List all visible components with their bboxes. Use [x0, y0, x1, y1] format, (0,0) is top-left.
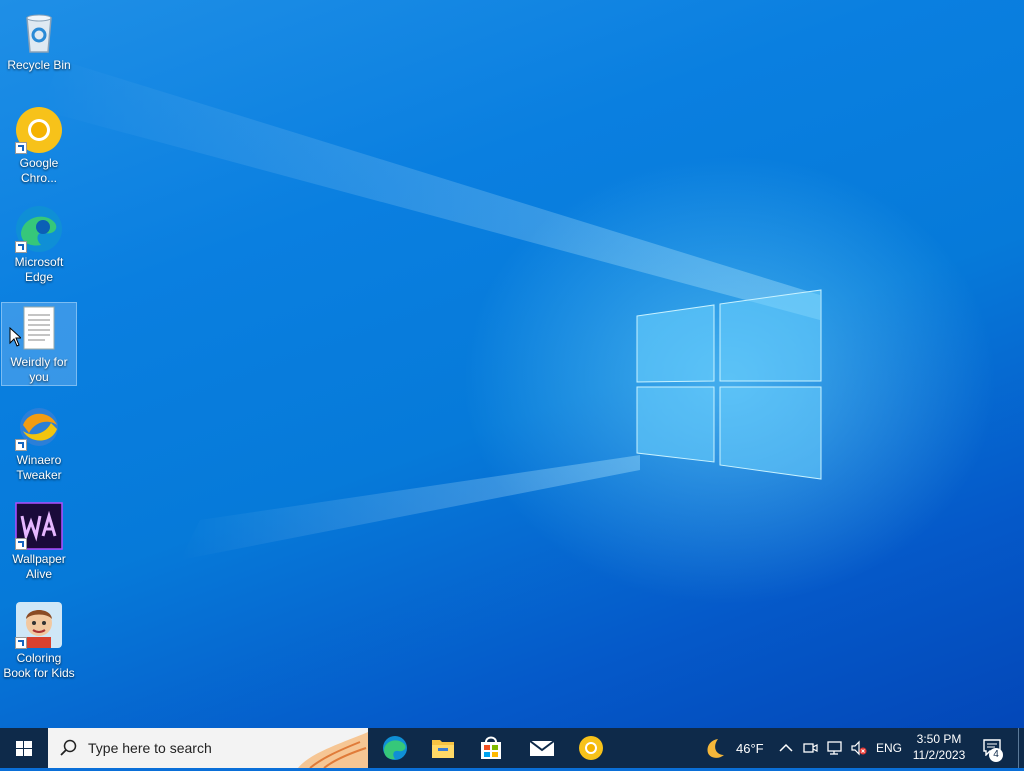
start-button[interactable] — [0, 728, 48, 768]
mouse-cursor-icon — [9, 327, 21, 347]
desktop-icon-label: Google Chro... — [19, 156, 59, 185]
recycle-bin-icon — [15, 8, 63, 56]
desktop-icon-recycle-bin[interactable]: Recycle Bin — [2, 6, 76, 73]
taskbar-mail-button[interactable] — [518, 728, 566, 768]
desktop-icon-label: Weirdly for you — [10, 355, 68, 384]
text-document-icon — [15, 305, 63, 353]
wallpaper-alive-icon — [15, 502, 63, 550]
shortcut-arrow-icon — [15, 538, 27, 550]
desktop-icon-winaero-tweaker[interactable]: Winaero Tweaker — [2, 401, 76, 483]
chevron-up-icon[interactable] — [778, 741, 794, 755]
taskbar-search-box[interactable]: Type here to search — [48, 728, 368, 768]
chrome-icon — [579, 736, 603, 760]
chrome-icon — [15, 106, 63, 154]
desktop-icon-label: Wallpaper Alive — [12, 552, 66, 581]
clock-date: 11/2/2023 — [912, 748, 966, 762]
taskbar-edge-button[interactable] — [371, 728, 419, 768]
search-highlight-art — [298, 732, 368, 768]
show-desktop-button[interactable] — [1018, 728, 1024, 768]
file-explorer-icon — [432, 740, 454, 758]
input-language-indicator[interactable]: ENG — [876, 741, 902, 755]
winaero-tweaker-icon — [15, 403, 63, 451]
taskbar-file-explorer-button[interactable] — [419, 728, 467, 768]
mail-icon — [529, 740, 555, 756]
desktop-icon-label: Coloring Book for Kids — [3, 651, 75, 680]
desktop-icon-google-chrome[interactable]: Google Chro... — [2, 104, 76, 186]
search-placeholder: Type here to search — [88, 740, 212, 756]
desktop-icon-wallpaper-alive[interactable]: Wallpaper Alive — [2, 500, 76, 582]
shortcut-arrow-icon — [15, 637, 27, 649]
desktop-icon-coloring-book[interactable]: Coloring Book for Kids — [2, 599, 76, 681]
meet-now-icon[interactable] — [802, 740, 818, 756]
network-icon[interactable] — [826, 740, 844, 756]
store-icon — [481, 736, 501, 759]
edge-icon — [383, 736, 407, 760]
desktop-icon-label: Winaero Tweaker — [16, 453, 62, 482]
desktop-icon-label: Recycle Bin — [7, 58, 71, 72]
coloring-book-icon — [15, 601, 63, 649]
clock-time: 3:50 PM — [916, 732, 962, 746]
windows-start-icon — [16, 741, 32, 756]
desktop-icon-microsoft-edge[interactable]: Microsoft Edge — [2, 203, 76, 285]
weather-temperature: 46°F — [736, 741, 764, 756]
shortcut-arrow-icon — [15, 142, 27, 154]
volume-muted-icon[interactable] — [850, 740, 868, 756]
taskbar: Type here to search 46°F ENG 3:50 PM 11/… — [0, 728, 1024, 768]
edge-icon — [15, 205, 63, 253]
search-icon — [60, 739, 77, 756]
desktop-icon-label: Microsoft Edge — [14, 255, 64, 284]
notification-count-badge: 4 — [989, 748, 1003, 762]
shortcut-arrow-icon — [15, 241, 27, 253]
windows-logo-wallpaper — [636, 289, 822, 480]
taskbar-clock[interactable]: 3:50 PM 11/2/2023 — [906, 731, 972, 763]
desktop-wallpaper — [0, 0, 1024, 728]
weather-widget[interactable]: 46°F — [700, 728, 770, 768]
shortcut-arrow-icon — [15, 439, 27, 451]
taskbar-store-button[interactable] — [467, 728, 515, 768]
moon-icon — [707, 739, 724, 758]
taskbar-chrome-button[interactable] — [567, 728, 615, 768]
